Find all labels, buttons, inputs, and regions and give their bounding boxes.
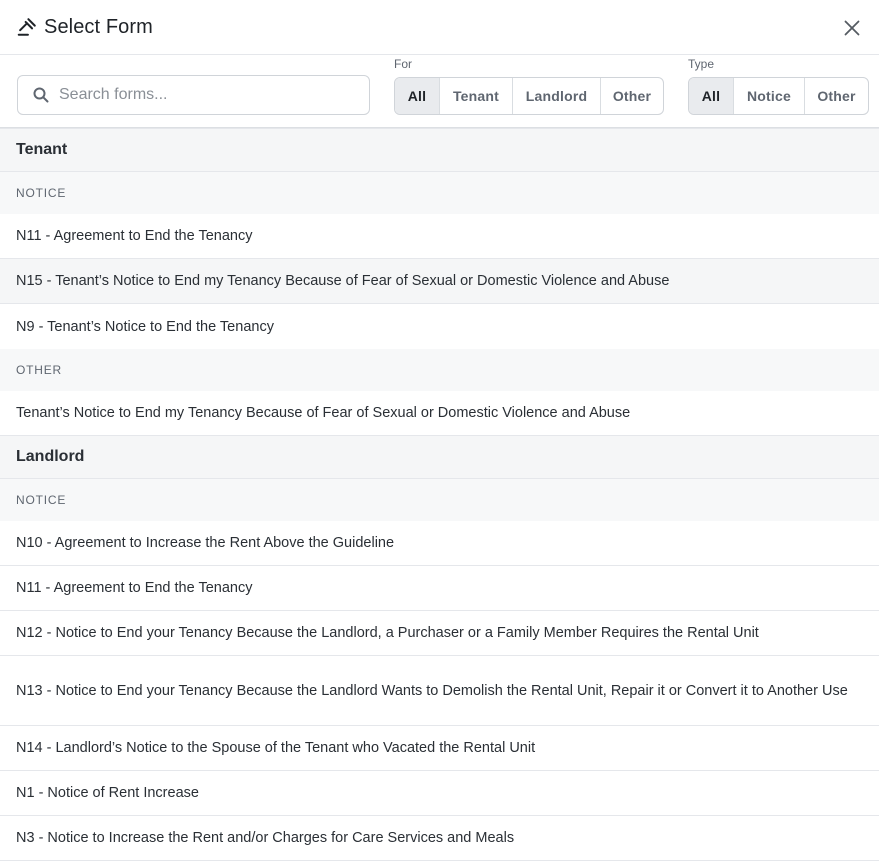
form-item[interactable]: N15 - Tenant’s Notice to End my Tenancy … bbox=[0, 259, 879, 304]
search-icon bbox=[32, 86, 50, 104]
dialog-header: Select Form bbox=[0, 0, 879, 55]
form-item[interactable]: Tenant’s Notice to End my Tenancy Becaus… bbox=[0, 391, 879, 436]
form-item[interactable]: N3 - Notice to Increase the Rent and/or … bbox=[0, 816, 879, 861]
form-item[interactable]: N1 - Notice of Rent Increase bbox=[0, 771, 879, 816]
for-filter-label: For bbox=[394, 57, 412, 71]
group-header-landlord: Landlord bbox=[0, 436, 879, 479]
section-header-other: OTHER bbox=[0, 349, 879, 391]
gavel-icon bbox=[16, 16, 38, 38]
for-option-tenant[interactable]: Tenant bbox=[439, 78, 512, 114]
type-option-other[interactable]: Other bbox=[804, 78, 868, 114]
for-option-all[interactable]: All bbox=[395, 78, 439, 114]
form-list: Tenant NOTICE N11 - Agreement to End the… bbox=[0, 128, 879, 861]
dialog-title: Select Form bbox=[44, 15, 153, 38]
type-segmented-control: All Notice Other bbox=[688, 77, 869, 115]
close-icon[interactable] bbox=[843, 19, 861, 37]
section-header-notice: NOTICE bbox=[0, 479, 879, 521]
form-item[interactable]: N11 - Agreement to End the Tenancy bbox=[0, 566, 879, 611]
search-input[interactable] bbox=[59, 86, 369, 104]
filter-bar: For All Tenant Landlord Other Type All N… bbox=[0, 55, 879, 128]
group-header-tenant: Tenant bbox=[0, 129, 879, 172]
for-segmented-control: All Tenant Landlord Other bbox=[394, 77, 664, 115]
form-item[interactable]: N14 - Landlord’s Notice to the Spouse of… bbox=[0, 726, 879, 771]
search-box[interactable] bbox=[17, 75, 370, 115]
form-item[interactable]: N10 - Agreement to Increase the Rent Abo… bbox=[0, 521, 879, 566]
form-item[interactable]: N12 - Notice to End your Tenancy Because… bbox=[0, 611, 879, 656]
section-header-notice: NOTICE bbox=[0, 172, 879, 214]
type-option-notice[interactable]: Notice bbox=[733, 78, 804, 114]
form-item[interactable]: N11 - Agreement to End the Tenancy bbox=[0, 214, 879, 259]
form-item[interactable]: N13 - Notice to End your Tenancy Because… bbox=[0, 656, 879, 726]
form-item[interactable]: N9 - Tenant’s Notice to End the Tenancy bbox=[0, 304, 879, 349]
for-option-landlord[interactable]: Landlord bbox=[512, 78, 600, 114]
for-option-other[interactable]: Other bbox=[600, 78, 663, 114]
type-option-all[interactable]: All bbox=[689, 78, 733, 114]
type-filter-label: Type bbox=[688, 57, 715, 71]
